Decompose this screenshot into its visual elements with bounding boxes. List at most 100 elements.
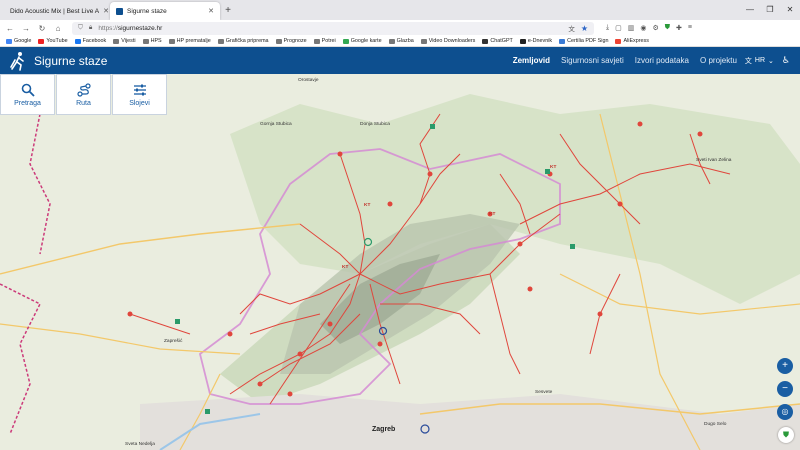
zoom-out-button[interactable]: − [777, 381, 793, 397]
layers-button-label: Slojevi [129, 99, 150, 107]
map-label-gornja-stubica: Gornja Stubica [260, 122, 292, 127]
bookmark-label: Google karte [350, 38, 382, 44]
menu-item-zemljovid[interactable]: Zemljovid [513, 56, 550, 65]
zoom-in-button[interactable]: + [777, 358, 793, 374]
bookmark-folder[interactable]: Glazba [388, 38, 414, 44]
map-label-sveta-nedelja: Sveta Nedelja [125, 442, 155, 447]
map-canvas[interactable]: Orostavje Donja Stubica Gornja Stubica S… [0, 74, 800, 450]
map-label-dugo-selo: Dugo Selo [704, 422, 727, 427]
bookmark-folder[interactable]: HPS [142, 38, 162, 44]
main-menu: Zemljovid Sigurnosni savjeti Izvori poda… [513, 56, 737, 65]
search-button[interactable]: Pretraga [0, 74, 55, 115]
map-label-kt: KT [342, 265, 349, 270]
bookmark-folder[interactable]: Grafička priprema [217, 38, 269, 44]
chevron-down-icon: ⌄ [768, 57, 774, 65]
bookmark-label: Vijesti [121, 38, 136, 44]
tab-label: Dido Acoustic Mix | Best Live A [10, 7, 100, 15]
bookmark-label: e-Dnevnik [527, 38, 553, 44]
bookmark-google-maps[interactable]: Google karte [342, 38, 382, 44]
app-title[interactable]: Sigurne staze [34, 54, 107, 68]
extension-icon[interactable]: ✚ [676, 24, 682, 32]
close-icon[interactable]: ✕ [208, 7, 214, 15]
map-label-sveti-ivan-zelina: Sveti Ivan Zelina [696, 158, 732, 163]
bookmark-label: AliExpress [623, 38, 649, 44]
tab-label: Sigurne staze [127, 7, 167, 15]
bookmarks-bar: Google YouTube Facebook Vijesti HPS HP p… [0, 36, 800, 47]
bookmark-label: Potrei [321, 38, 336, 44]
navigation-bar: ← → ↻ ⌂ ⛉ 🔒︎ https://sigurnestaze.hr 文 ★… [0, 20, 800, 36]
pocket-icon[interactable]: ▢ [615, 24, 622, 32]
tab-sigurne-staze[interactable]: Sigurne staze ✕ [110, 2, 220, 20]
forward-icon[interactable]: → [20, 24, 32, 33]
bookmark-facebook[interactable]: Facebook [74, 38, 107, 44]
map-label-zapresic: Zaprešić [164, 339, 183, 344]
minimize-icon[interactable]: — [740, 0, 760, 20]
bookmark-certilia[interactable]: Certilia PDF Sign [559, 38, 608, 44]
bookmark-chatgpt[interactable]: ChatGPT [482, 38, 513, 44]
browser-tab-bar: Dido Acoustic Mix | Best Live A ✕ Sigurn… [0, 0, 800, 20]
adblock-shield-icon[interactable]: ⛊ [778, 427, 794, 443]
map-label-donja-stubica: Donja Stubica [360, 122, 390, 127]
bookmark-folder[interactable]: Video Downloaders [420, 38, 476, 44]
route-icon [76, 82, 91, 97]
bookmark-label: HPS [150, 38, 162, 44]
bookmark-label: Video Downloaders [428, 38, 476, 44]
bookmark-label: Prognoze [283, 38, 307, 44]
locate-button[interactable]: ◎ [777, 404, 793, 420]
shield-icon[interactable]: ⛉ [78, 24, 83, 32]
bookmark-youtube[interactable]: YouTube [38, 38, 68, 44]
sidebar-icon[interactable]: ▥ [628, 24, 635, 32]
lock-icon[interactable]: 🔒︎ [89, 24, 92, 32]
bookmark-folder[interactable]: Prognoze [275, 38, 307, 44]
route-button-label: Ruta [76, 99, 91, 107]
back-icon[interactable]: ← [4, 24, 16, 33]
tab-youtube[interactable]: Dido Acoustic Mix | Best Live A ✕ [0, 2, 110, 20]
bookmark-folder[interactable]: Vijesti [113, 38, 136, 44]
bookmark-folder[interactable]: HP prematalje [168, 38, 211, 44]
menu-item-o-projektu[interactable]: O projektu [700, 56, 737, 65]
extensions-icon[interactable]: ⚙ [652, 24, 658, 32]
bookmark-ednevnik[interactable]: e-Dnevnik [519, 38, 553, 44]
bookmark-label: Grafička priprema [225, 38, 269, 44]
bookmark-label: Google [14, 38, 32, 44]
bookmark-aliexpress[interactable]: AliExpress [615, 38, 649, 44]
account-icon[interactable]: ◉ [640, 24, 646, 32]
map-tools-panel: Pretraga Ruta Slojevi [0, 74, 168, 115]
sliders-icon [133, 84, 146, 95]
reload-icon[interactable]: ↻ [36, 24, 48, 33]
home-icon[interactable]: ⌂ [52, 24, 64, 33]
address-bar[interactable]: ⛉ 🔒︎ https://sigurnestaze.hr 文 ★ [72, 21, 594, 35]
menu-icon[interactable]: ≡ [688, 24, 692, 32]
language-code: HR [754, 57, 766, 64]
hiker-logo-icon[interactable] [8, 51, 28, 71]
window-controls: — ❐ ✕ [740, 0, 800, 20]
close-window-icon[interactable]: ✕ [780, 0, 800, 20]
language-selector[interactable]: 文 HR ⌄ [745, 56, 774, 66]
url-scheme: https:// [98, 24, 118, 32]
map-label-kt: KT [489, 212, 496, 217]
route-button[interactable]: Ruta [56, 74, 111, 115]
new-tab-button[interactable]: + [220, 2, 236, 20]
bookmark-label: Facebook [82, 38, 107, 44]
close-icon[interactable]: ✕ [103, 7, 109, 15]
map-layer[interactable] [0, 74, 800, 450]
hiker-icon [116, 7, 123, 15]
locate-icon: ◎ [781, 407, 789, 416]
downloads-icon[interactable]: ⤓ [606, 24, 609, 32]
bookmark-google[interactable]: Google [6, 38, 31, 44]
url-text: https://sigurnestaze.hr [98, 25, 162, 32]
bookmark-folder[interactable]: Potrei [313, 38, 336, 44]
translate-icon[interactable]: 文 [568, 23, 575, 33]
menu-item-izvori-podataka[interactable]: Izvori podataka [635, 56, 689, 65]
bookmark-label: Certilia PDF Sign [567, 38, 609, 44]
translate-icon: 文 [744, 57, 752, 65]
bookmark-star-icon[interactable]: ★ [581, 24, 588, 33]
map-label-kt: KT [364, 203, 371, 208]
maximize-icon[interactable]: ❐ [760, 0, 780, 20]
bookmark-label: HP prematalje [176, 38, 211, 44]
accessibility-icon[interactable]: ♿︎ [782, 55, 790, 66]
layers-button[interactable]: Slojevi [112, 74, 167, 115]
menu-item-sigurnosni-savjeti[interactable]: Sigurnosni savjeti [561, 56, 624, 65]
url-host: sigurnestaze.hr [117, 24, 163, 32]
adblock-icon[interactable]: ⛊ [665, 24, 670, 32]
